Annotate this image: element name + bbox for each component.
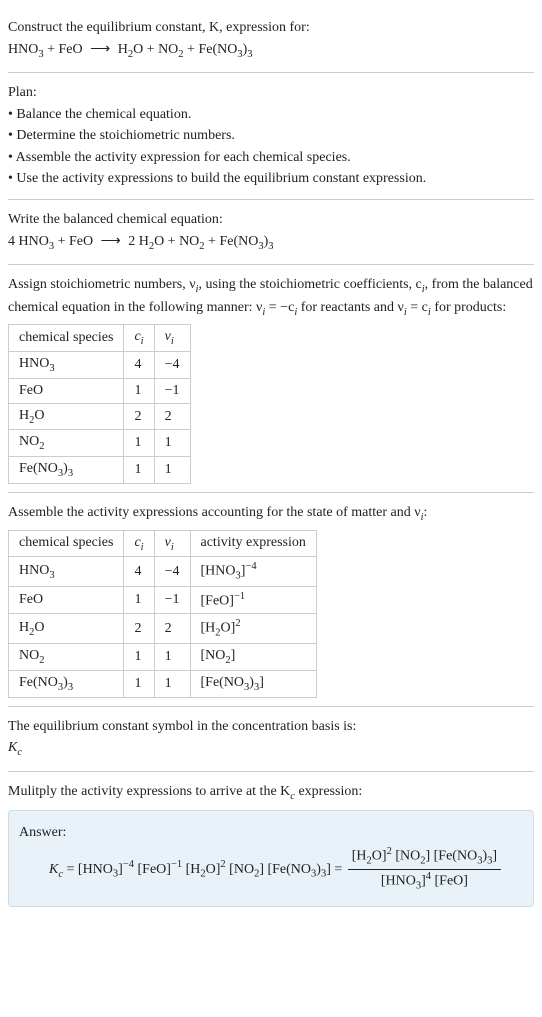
cell-species: NO2: [9, 643, 124, 670]
col-vi: νi: [154, 530, 190, 557]
cell-ci: 1: [124, 378, 154, 403]
cell-ci: 4: [124, 351, 154, 378]
symbol-section: The equilibrium constant symbol in the c…: [8, 707, 534, 772]
bal-feno33: + Fe(NO: [205, 234, 259, 249]
cell-species: Fe(NO3)3: [9, 670, 124, 697]
balanced-equation: 4 HNO3 + FeO ⟶ 2 H2O + NO2 + Fe(NO3)3: [8, 232, 534, 254]
cell-ci: 2: [124, 403, 154, 430]
stoich-table: chemical species ci νi HNO3 4 −4 FeO 1 −…: [8, 324, 191, 484]
activity-section: Assemble the activity expressions accoun…: [8, 493, 534, 706]
cell-activity: [NO2]: [190, 643, 316, 670]
cell-ci: 1: [124, 643, 154, 670]
symbol-kc: Kc: [8, 738, 534, 760]
table-row: Fe(NO3)3 1 1 [Fe(NO3)3]: [9, 670, 317, 697]
table-row: Fe(NO3)3 1 1: [9, 457, 191, 484]
col-activity: activity expression: [190, 530, 316, 557]
answer-block: Answer: Kc = [HNO3]−4 [FeO]−1 [H2O]2 [NO…: [8, 810, 534, 907]
cell-vi: 1: [154, 643, 190, 670]
cell-ci: 4: [124, 557, 154, 586]
fraction-numerator: [H2O]2 [NO2] [Fe(NO3)3]: [348, 845, 501, 870]
cell-species: H2O: [9, 403, 124, 430]
cell-species: H2O: [9, 614, 124, 643]
kc-expression: Kc = [HNO3]−4 [FeO]−1 [H2O]2 [NO2] [Fe(N…: [49, 845, 523, 894]
cell-ci: 1: [124, 457, 154, 484]
cell-ci: 1: [124, 670, 154, 697]
activity-heading: Assemble the activity expressions accoun…: [8, 503, 534, 525]
col-ci: ci: [124, 530, 154, 557]
cell-vi: 1: [154, 457, 190, 484]
cell-species: NO2: [9, 430, 124, 457]
cell-activity: [H2O]2: [190, 614, 316, 643]
table-row: FeO 1 −1: [9, 378, 191, 403]
final-section: Mulitply the activity expressions to arr…: [8, 772, 534, 915]
col-species: chemical species: [9, 325, 124, 352]
col-vi: νi: [154, 325, 190, 352]
cell-species: HNO3: [9, 351, 124, 378]
cell-vi: −4: [154, 351, 190, 378]
bal-no2: O + NO: [154, 234, 199, 249]
cell-activity: [Fe(NO3)3]: [190, 670, 316, 697]
cell-species: Fe(NO3)3: [9, 457, 124, 484]
cell-activity: [FeO]−1: [190, 586, 316, 614]
table-row: NO2 1 1 [NO2]: [9, 643, 317, 670]
cell-ci: 1: [124, 586, 154, 614]
arrow-icon: ⟶: [97, 234, 125, 249]
answer-label: Answer:: [19, 823, 523, 843]
cell-vi: −4: [154, 557, 190, 586]
cell-ci: 2: [124, 614, 154, 643]
col-ci: ci: [124, 325, 154, 352]
table-row: HNO3 4 −4 [HNO3]−4: [9, 557, 317, 586]
cell-ci: 1: [124, 430, 154, 457]
table-row: H2O 2 2 [H2O]2: [9, 614, 317, 643]
intro-line1: Construct the equilibrium constant, K, e…: [8, 18, 534, 38]
reactant-plus-feo: + FeO: [44, 42, 87, 57]
final-heading: Mulitply the activity expressions to arr…: [8, 782, 534, 804]
product-h2o: H2O + NO2 + Fe(NO3)3: [114, 42, 252, 57]
fraction: [H2O]2 [NO2] [Fe(NO3)3] [HNO3]4 [FeO]: [348, 845, 501, 894]
cell-activity: [HNO3]−4: [190, 557, 316, 586]
table-header-row: chemical species ci νi activity expressi…: [9, 530, 317, 557]
bal-h2o: 2 H: [125, 234, 149, 249]
fraction-denominator: [HNO3]4 [FeO]: [348, 870, 501, 894]
plan-section: Plan: • Balance the chemical equation. •…: [8, 73, 534, 200]
plan-b2: • Determine the stoichiometric numbers.: [8, 126, 534, 146]
cell-vi: −1: [154, 586, 190, 614]
cell-vi: 2: [154, 614, 190, 643]
balanced-heading: Write the balanced chemical equation:: [8, 210, 534, 230]
cell-species: FeO: [9, 378, 124, 403]
arrow-icon: ⟶: [86, 42, 114, 57]
cell-vi: −1: [154, 378, 190, 403]
plan-heading: Plan:: [8, 83, 534, 103]
balanced-section: Write the balanced chemical equation: 4 …: [8, 200, 534, 265]
stoich-section: Assign stoichiometric numbers, νi, using…: [8, 265, 534, 493]
cell-vi: 1: [154, 430, 190, 457]
plan-b3: • Assemble the activity expression for e…: [8, 148, 534, 168]
symbol-line: The equilibrium constant symbol in the c…: [8, 717, 534, 737]
cell-vi: 2: [154, 403, 190, 430]
table-row: NO2 1 1: [9, 430, 191, 457]
plan-b4: • Use the activity expressions to build …: [8, 169, 534, 189]
reactant-hno3: HNO3: [8, 42, 44, 57]
intro-reaction: HNO3 + FeO ⟶ H2O + NO2 + Fe(NO3)3: [8, 40, 534, 62]
cell-vi: 1: [154, 670, 190, 697]
table-row: HNO3 4 −4: [9, 351, 191, 378]
bal-feo: + FeO: [54, 234, 97, 249]
plan-b1: • Balance the chemical equation.: [8, 105, 534, 125]
table-row: FeO 1 −1 [FeO]−1: [9, 586, 317, 614]
stoich-text: Assign stoichiometric numbers, νi, using…: [8, 275, 534, 320]
table-row: H2O 2 2: [9, 403, 191, 430]
bal-hno3: 4 HNO: [8, 234, 49, 249]
table-header-row: chemical species ci νi: [9, 325, 191, 352]
cell-species: HNO3: [9, 557, 124, 586]
cell-species: FeO: [9, 586, 124, 614]
activity-table: chemical species ci νi activity expressi…: [8, 530, 317, 698]
intro-section: Construct the equilibrium constant, K, e…: [8, 8, 534, 73]
col-species: chemical species: [9, 530, 124, 557]
